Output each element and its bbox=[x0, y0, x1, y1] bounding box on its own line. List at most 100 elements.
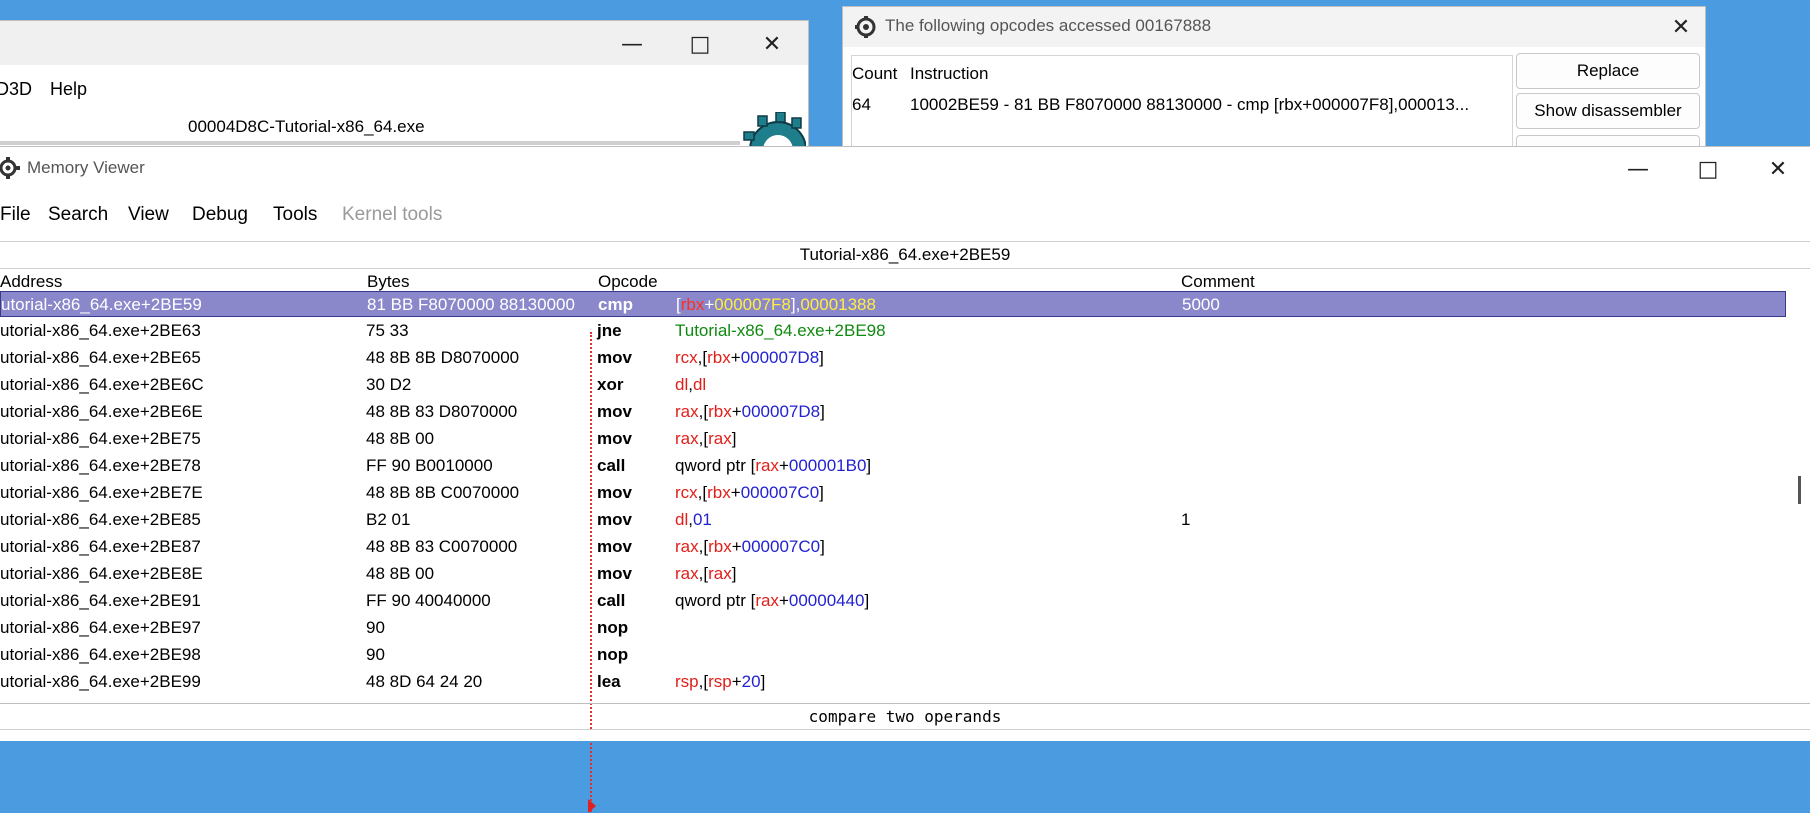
row-bytes: 48 8B 83 D8070000 bbox=[366, 402, 518, 421]
operand-plain: + bbox=[731, 672, 742, 691]
operand-hex: 00001388 bbox=[800, 295, 876, 314]
operand-plain: ] bbox=[731, 429, 737, 448]
row-comment: 5000 bbox=[1182, 295, 1220, 314]
opcode-row-instruction[interactable]: 10002BE59 - 81 BB F8070000 88130000 - cm… bbox=[910, 95, 1469, 115]
operand-plain: ,[ bbox=[698, 537, 709, 556]
operand-hex: 000007C0 bbox=[741, 537, 821, 556]
operand-reg: rax bbox=[675, 429, 699, 448]
operand-reg: dl bbox=[675, 510, 689, 529]
row-opcode: nop bbox=[597, 618, 629, 637]
menu-debug[interactable]: Debug bbox=[192, 204, 248, 226]
maximize-icon[interactable]: □ bbox=[685, 29, 715, 59]
column-header-comment[interactable]: Comment bbox=[1181, 272, 1255, 292]
operand-reg: rax bbox=[755, 591, 779, 610]
scrollbar-thumb[interactable] bbox=[1798, 476, 1801, 504]
jump-target-arrow-icon bbox=[588, 799, 596, 813]
minimize-icon[interactable]: — bbox=[1623, 154, 1653, 184]
operand-plain: ], bbox=[790, 295, 801, 314]
row-bytes: 48 8B 00 bbox=[366, 429, 435, 448]
column-header-instruction[interactable]: Instruction bbox=[910, 64, 988, 84]
disassembly-row[interactable]: utorial-x86_64.exe+2BE98 90 nop bbox=[0, 642, 1786, 668]
menu-d3d[interactable]: D3D bbox=[0, 79, 32, 100]
row-comment: 1 bbox=[1181, 510, 1191, 529]
close-icon[interactable]: ✕ bbox=[1666, 12, 1696, 42]
column-header-opcode[interactable]: Opcode bbox=[598, 272, 658, 292]
operand-plain: ] bbox=[819, 483, 824, 502]
operand-plain: ] bbox=[731, 564, 737, 583]
hex-view-divider[interactable] bbox=[0, 729, 1810, 741]
operand-reg: rcx bbox=[675, 348, 698, 367]
disassembly-row[interactable]: utorial-x86_64.exe+2BE97 90 nop bbox=[0, 615, 1786, 641]
row-bytes: 75 33 bbox=[366, 321, 409, 340]
disassembly-row[interactable]: utorial-x86_64.exe+2BE75 48 8B 00 mov rax,[… bbox=[0, 426, 1786, 452]
row-address: utorial-x86_64.exe+2BE91 bbox=[0, 591, 201, 610]
disassembly-row[interactable]: utorial-x86_64.exe+2BE87 48 8B 83 C007000… bbox=[0, 534, 1786, 560]
maximize-icon[interactable]: □ bbox=[1693, 154, 1723, 184]
disassembly-row[interactable]: utorial-x86_64.exe+2BE63 75 33 jne Tutorial… bbox=[0, 318, 1786, 344]
operand-plain: ,[ bbox=[698, 402, 709, 421]
main-window-caption: — □ ✕ bbox=[0, 21, 808, 65]
memory-viewer-menubar: File Search View Debug Tools Kernel tool… bbox=[0, 191, 1810, 239]
menu-kernel-tools: Kernel tools bbox=[342, 204, 443, 225]
row-bytes: 90 bbox=[366, 618, 385, 637]
disassembly-row[interactable]: utorial-x86_64.exe+2BE8E 48 8B 00 mov rax,[… bbox=[0, 561, 1786, 587]
row-operands: dl,dl bbox=[675, 372, 706, 398]
operand-plain: ] bbox=[819, 348, 824, 367]
row-address: utorial-x86_64.exe+2BE75 bbox=[0, 429, 201, 448]
menu-tools[interactable]: Tools bbox=[273, 204, 317, 226]
operand-reg: rax bbox=[755, 456, 779, 475]
row-opcode: xor bbox=[597, 375, 624, 394]
show-disassembler-button[interactable]: Show disassembler bbox=[1516, 93, 1700, 129]
opcodes-window: The following opcodes accessed 00167888 … bbox=[842, 6, 1706, 158]
disassembly-row[interactable]: utorial-x86_64.exe+2BE6C 30 D2 xor dl,dl bbox=[0, 372, 1786, 398]
column-header-address[interactable]: Address bbox=[0, 272, 62, 292]
menu-help[interactable]: Help bbox=[50, 79, 87, 100]
disassembly-row[interactable]: utorial-x86_64.exe+2BE65 48 8B 8B D807000… bbox=[0, 345, 1786, 371]
row-address: utorial-x86_64.exe+2BE6C bbox=[0, 375, 204, 394]
row-opcode: jne bbox=[597, 321, 622, 340]
row-address: utorial-x86_64.exe+2BE63 bbox=[0, 321, 201, 340]
operand-plain: + bbox=[704, 295, 715, 314]
memory-viewer-title: Memory Viewer bbox=[27, 158, 145, 177]
operand-reg: rsp bbox=[675, 672, 699, 691]
operand-reg: rax bbox=[708, 429, 732, 448]
menu-search[interactable]: Search bbox=[48, 204, 108, 226]
row-address: utorial-x86_64.exe+2BE98 bbox=[0, 645, 201, 664]
operand-hex: 20 bbox=[741, 672, 761, 691]
operand-reg: rcx bbox=[675, 483, 698, 502]
row-operands: qword ptr [rax+000001B0] bbox=[675, 453, 871, 479]
operand-reg: rbx bbox=[707, 483, 731, 502]
row-address: utorial-x86_64.exe+2BE6E bbox=[0, 402, 203, 421]
column-header-count[interactable]: Count bbox=[852, 64, 897, 84]
column-header-bytes[interactable]: Bytes bbox=[367, 272, 410, 292]
row-bytes: FF 90 40040000 bbox=[366, 591, 491, 610]
disassembly-row[interactable]: utorial-x86_64.exe+2BE99 48 8D 64 24 20 le… bbox=[0, 669, 1786, 695]
operand-reg: dl bbox=[692, 375, 707, 394]
menu-view[interactable]: View bbox=[128, 204, 169, 226]
disassembly-row[interactable]: utorial-x86_64.exe+2BE85 B2 01 mov dl,01 1 bbox=[0, 507, 1786, 533]
operand-plain: + bbox=[730, 348, 741, 367]
menu-file[interactable]: File bbox=[0, 204, 31, 226]
main-window: — □ ✕ D3D Help 00004D8C-Tutorial-x86_64.… bbox=[0, 20, 809, 152]
operand-plain: + bbox=[731, 402, 742, 421]
current-address-bar[interactable]: Tutorial-x86_64.exe+2BE59 bbox=[0, 241, 1810, 269]
row-bytes: 48 8D 64 24 20 bbox=[366, 672, 483, 691]
close-icon[interactable]: ✕ bbox=[1763, 154, 1793, 184]
disassembly-row[interactable]: utorial-x86_64.exe+2BE6E 48 8B 83 D807000… bbox=[0, 399, 1786, 425]
opcode-row-count[interactable]: 64 bbox=[852, 95, 871, 115]
row-address: utorial-x86_64.exe+2BE99 bbox=[0, 672, 201, 691]
row-address: utorial-x86_64.exe+2BE8E bbox=[0, 564, 203, 583]
row-address: utorial-x86_64.exe+2BE78 bbox=[0, 456, 201, 475]
disassembly-row[interactable]: utorial-x86_64.exe+2BE78 FF 90 B0010000 ca… bbox=[0, 453, 1786, 479]
minimize-icon[interactable]: — bbox=[617, 29, 647, 59]
process-bar bbox=[0, 141, 740, 145]
instruction-description: compare two operands bbox=[0, 703, 1810, 730]
operand-hex: 00000440 bbox=[788, 591, 865, 610]
opcodes-list[interactable]: Count Instruction 64 10002BE59 - 81 BB F… bbox=[851, 55, 1513, 157]
operand-reg: rbx bbox=[680, 295, 705, 314]
close-icon[interactable]: ✕ bbox=[757, 29, 787, 59]
disassembly-row[interactable]: utorial-x86_64.exe+2BE91 FF 90 40040000 ca… bbox=[0, 588, 1786, 614]
disassembly-row[interactable]: utorial-x86_64.exe+2BE59 81 BB F8070000 8… bbox=[0, 291, 1786, 317]
disassembly-row[interactable]: utorial-x86_64.exe+2BE7E 48 8B 8B C007000… bbox=[0, 480, 1786, 506]
replace-button[interactable]: Replace bbox=[1516, 53, 1700, 89]
